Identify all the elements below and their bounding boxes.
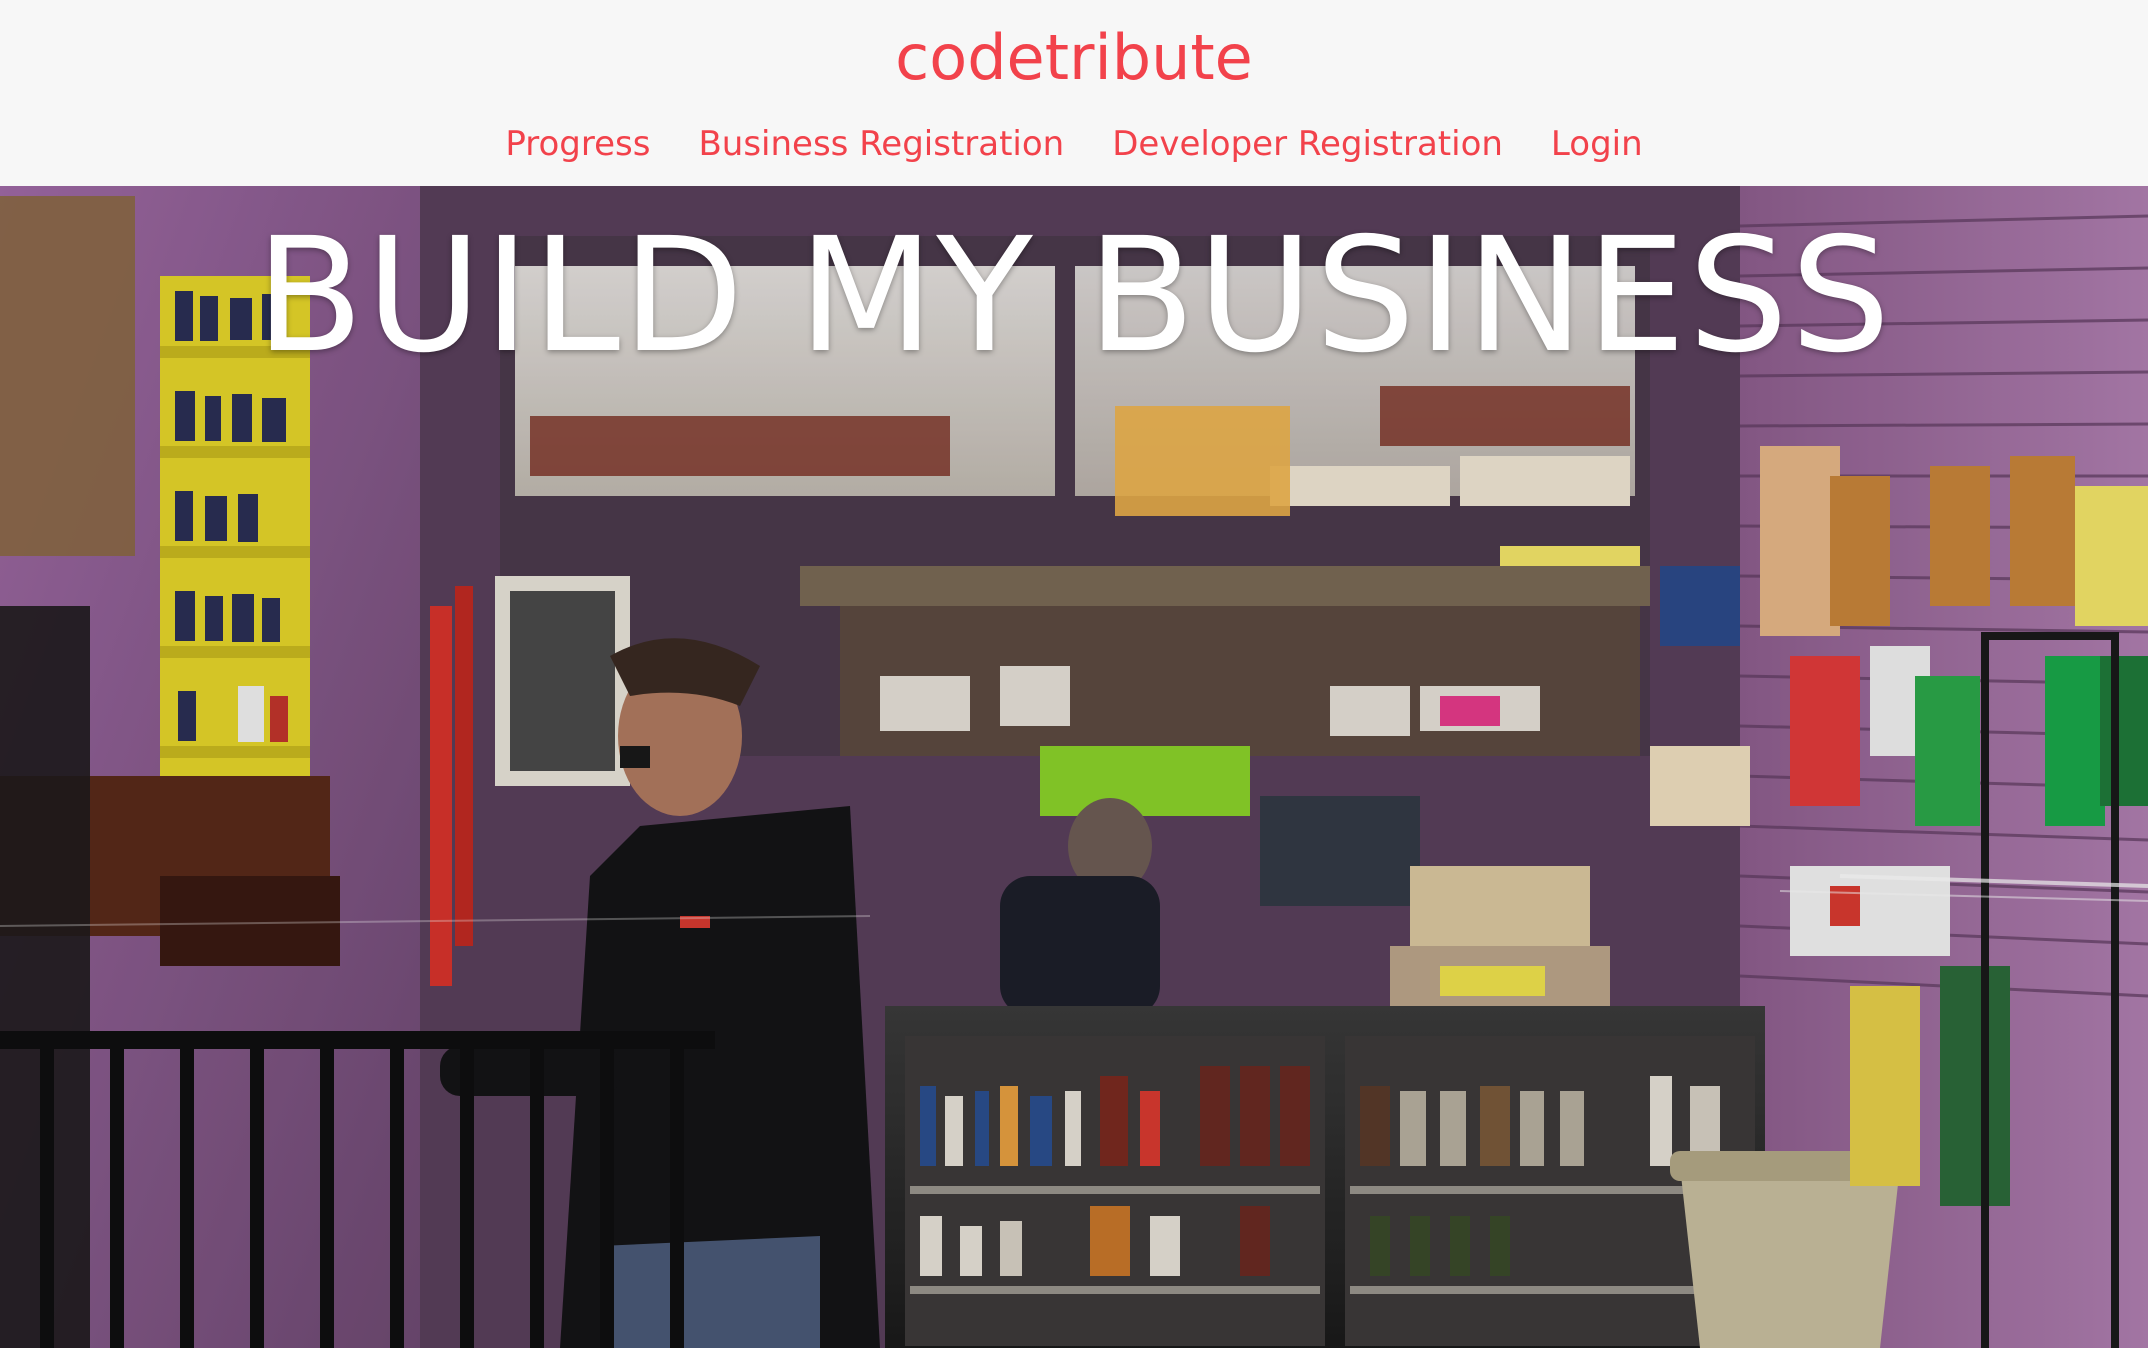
site-brand[interactable]: codetribute (0, 18, 2148, 98)
nav-link-business-registration[interactable]: Business Registration (698, 118, 1064, 170)
hero-section: BUILD MY BUSINESS (0, 186, 2148, 1348)
hero-title: BUILD MY BUSINESS (255, 204, 1893, 388)
nav-link-login[interactable]: Login (1551, 118, 1643, 170)
main-nav: Progress Business Registration Developer… (0, 118, 2148, 170)
nav-link-developer-registration[interactable]: Developer Registration (1112, 118, 1503, 170)
nav-link-progress[interactable]: Progress (505, 118, 650, 170)
site-header: codetribute Progress Business Registrati… (0, 0, 2148, 186)
